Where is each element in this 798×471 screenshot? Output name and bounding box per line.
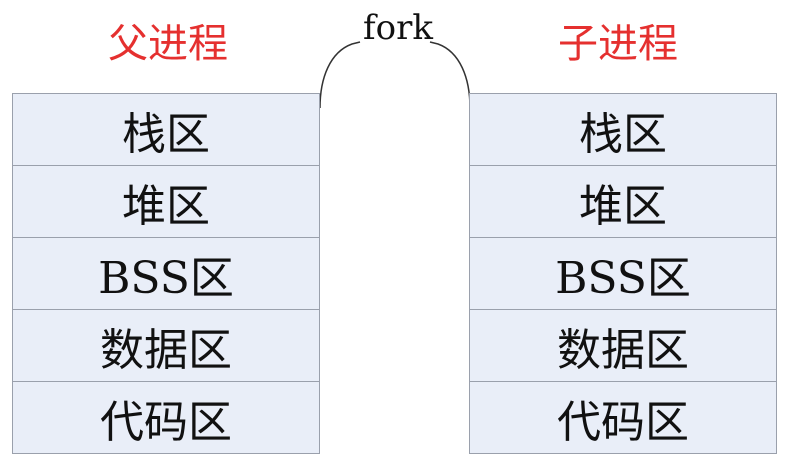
parent-data-segment: 数据区 <box>12 310 320 382</box>
fork-label: fork <box>363 8 433 48</box>
parent-process-title: 父进程 <box>108 21 228 67</box>
parent-stack-segment: 栈区 <box>12 94 320 166</box>
child-bss-segment: BSS区 <box>469 238 777 310</box>
child-heap-segment: 堆区 <box>469 166 777 238</box>
parent-memory-stack: 栈区 堆区 BSS区 数据区 代码区 <box>12 93 320 454</box>
parent-bss-segment: BSS区 <box>12 238 320 310</box>
parent-heap-segment: 堆区 <box>12 166 320 238</box>
child-memory-stack: 栈区 堆区 BSS区 数据区 代码区 <box>469 93 777 454</box>
child-code-segment: 代码区 <box>469 382 777 454</box>
parent-code-segment: 代码区 <box>12 382 320 454</box>
child-stack-segment: 栈区 <box>469 94 777 166</box>
child-data-segment: 数据区 <box>469 310 777 382</box>
child-process-title: 子进程 <box>558 21 678 67</box>
